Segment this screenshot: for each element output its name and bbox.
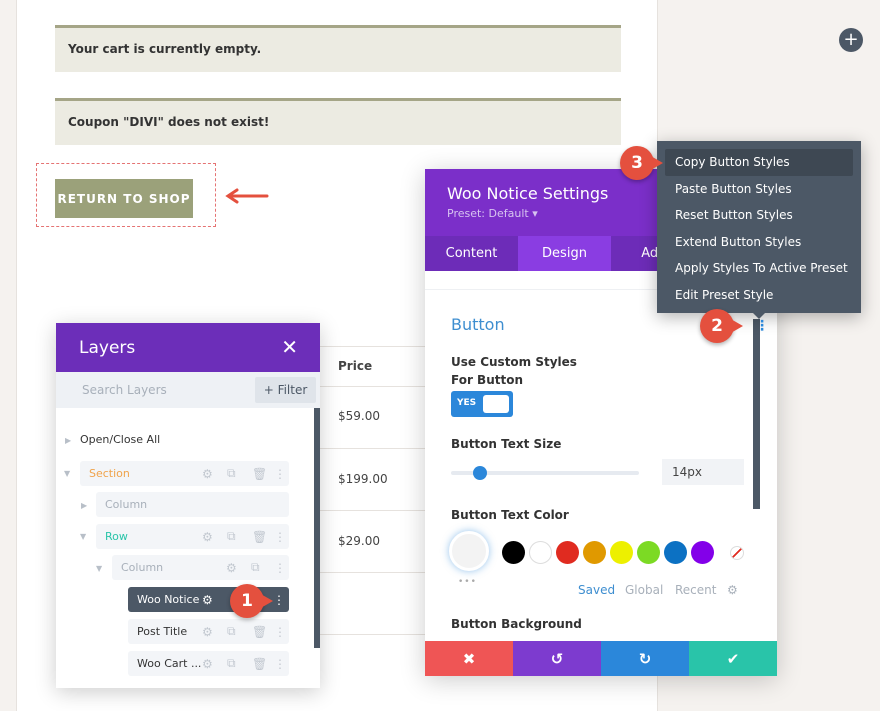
color-swatch[interactable] — [529, 541, 552, 564]
price-cell: $199.00 — [338, 472, 388, 486]
color-picker-eyedropper-icon[interactable] — [449, 531, 489, 571]
color-tab-saved[interactable]: Saved — [578, 583, 615, 597]
return-to-shop-button[interactable]: RETURN TO SHOP — [55, 179, 193, 218]
notice-coupon: Coupon "DIVI" does not exist! — [55, 98, 621, 145]
open-close-all[interactable]: Open/Close All — [80, 433, 160, 446]
caret-right-icon[interactable]: ▶ — [65, 436, 71, 445]
layer-column[interactable]: Column ⚙ ⧉ ⋮ — [112, 555, 289, 580]
gear-icon[interactable]: ⚙ — [727, 583, 738, 597]
color-swatch[interactable] — [664, 541, 687, 564]
menu-item-paste-button-styles[interactable]: Paste Button Styles — [665, 176, 853, 203]
color-swatch[interactable] — [556, 541, 579, 564]
text-size-input[interactable]: 14px — [662, 459, 744, 485]
context-menu: Copy Button Styles Paste Button Styles R… — [657, 141, 861, 313]
step-badge-2: 2 — [700, 309, 743, 343]
step-badge-1: 1 — [230, 584, 273, 618]
menu-item-reset-button-styles[interactable]: Reset Button Styles — [665, 202, 853, 229]
layer-post-title[interactable]: Post Title ⚙ ⧉ 🗑 ⋮ — [128, 619, 289, 644]
redo-button[interactable]: ↻ — [601, 641, 689, 676]
section-options-icon[interactable]: ⋮ — [755, 318, 769, 334]
close-icon[interactable]: ✕ — [281, 335, 298, 359]
text-color-label: Button Text Color — [451, 508, 569, 522]
notice-cart-empty: Your cart is currently empty. — [55, 25, 621, 72]
color-tab-global[interactable]: Global — [625, 583, 663, 597]
price-header: Price — [338, 359, 373, 373]
price-cell: $29.00 — [338, 534, 380, 548]
color-swatch[interactable] — [637, 541, 660, 564]
scrollbar[interactable] — [753, 319, 760, 509]
layer-woo-cart[interactable]: Woo Cart ... ⚙ ⧉ 🗑 ⋮ — [128, 651, 289, 676]
menu-item-copy-button-styles[interactable]: Copy Button Styles — [665, 149, 853, 176]
cancel-button[interactable]: ✖ — [425, 641, 513, 676]
layer-column[interactable]: Column — [96, 492, 289, 517]
add-section-button[interactable]: + — [839, 28, 863, 52]
background-label: Button Background — [451, 617, 582, 631]
tab-content[interactable]: Content — [425, 236, 518, 271]
slider-handle[interactable] — [473, 466, 487, 480]
layer-row[interactable]: Row ⚙ ⧉ 🗑 ⋮ — [96, 524, 289, 549]
save-button[interactable]: ✔ — [689, 641, 777, 676]
transparent-swatch[interactable] — [730, 546, 744, 560]
arrow-left-icon — [225, 188, 269, 204]
price-cell: $59.00 — [338, 409, 380, 423]
undo-button[interactable]: ↺ — [513, 641, 601, 676]
custom-styles-toggle[interactable]: YES — [451, 391, 513, 417]
color-tab-recent[interactable]: Recent — [675, 583, 716, 597]
menu-item-edit-preset-style[interactable]: Edit Preset Style — [665, 282, 853, 309]
color-swatch[interactable] — [583, 541, 606, 564]
step-badge-3: 3 — [620, 146, 663, 180]
menu-item-extend-button-styles[interactable]: Extend Button Styles — [665, 229, 853, 256]
color-swatch[interactable] — [691, 541, 714, 564]
menu-item-apply-to-preset[interactable]: Apply Styles To Active Preset — [665, 255, 853, 282]
text-size-label: Button Text Size — [451, 437, 562, 451]
color-swatch[interactable] — [610, 541, 633, 564]
custom-styles-label: Use Custom Styles For Button — [451, 355, 577, 387]
layers-panel: Layers ✕ Search Layers + Filter ▶ Open/C… — [56, 323, 320, 688]
tab-design[interactable]: Design — [518, 236, 611, 271]
layer-section[interactable]: Section ⚙ ⧉ 🗑 ⋮ — [80, 461, 289, 486]
color-swatch[interactable] — [502, 541, 525, 564]
filter-button[interactable]: + Filter — [255, 377, 316, 403]
scrollbar[interactable] — [314, 408, 320, 648]
section-title-button[interactable]: Button — [451, 315, 505, 334]
